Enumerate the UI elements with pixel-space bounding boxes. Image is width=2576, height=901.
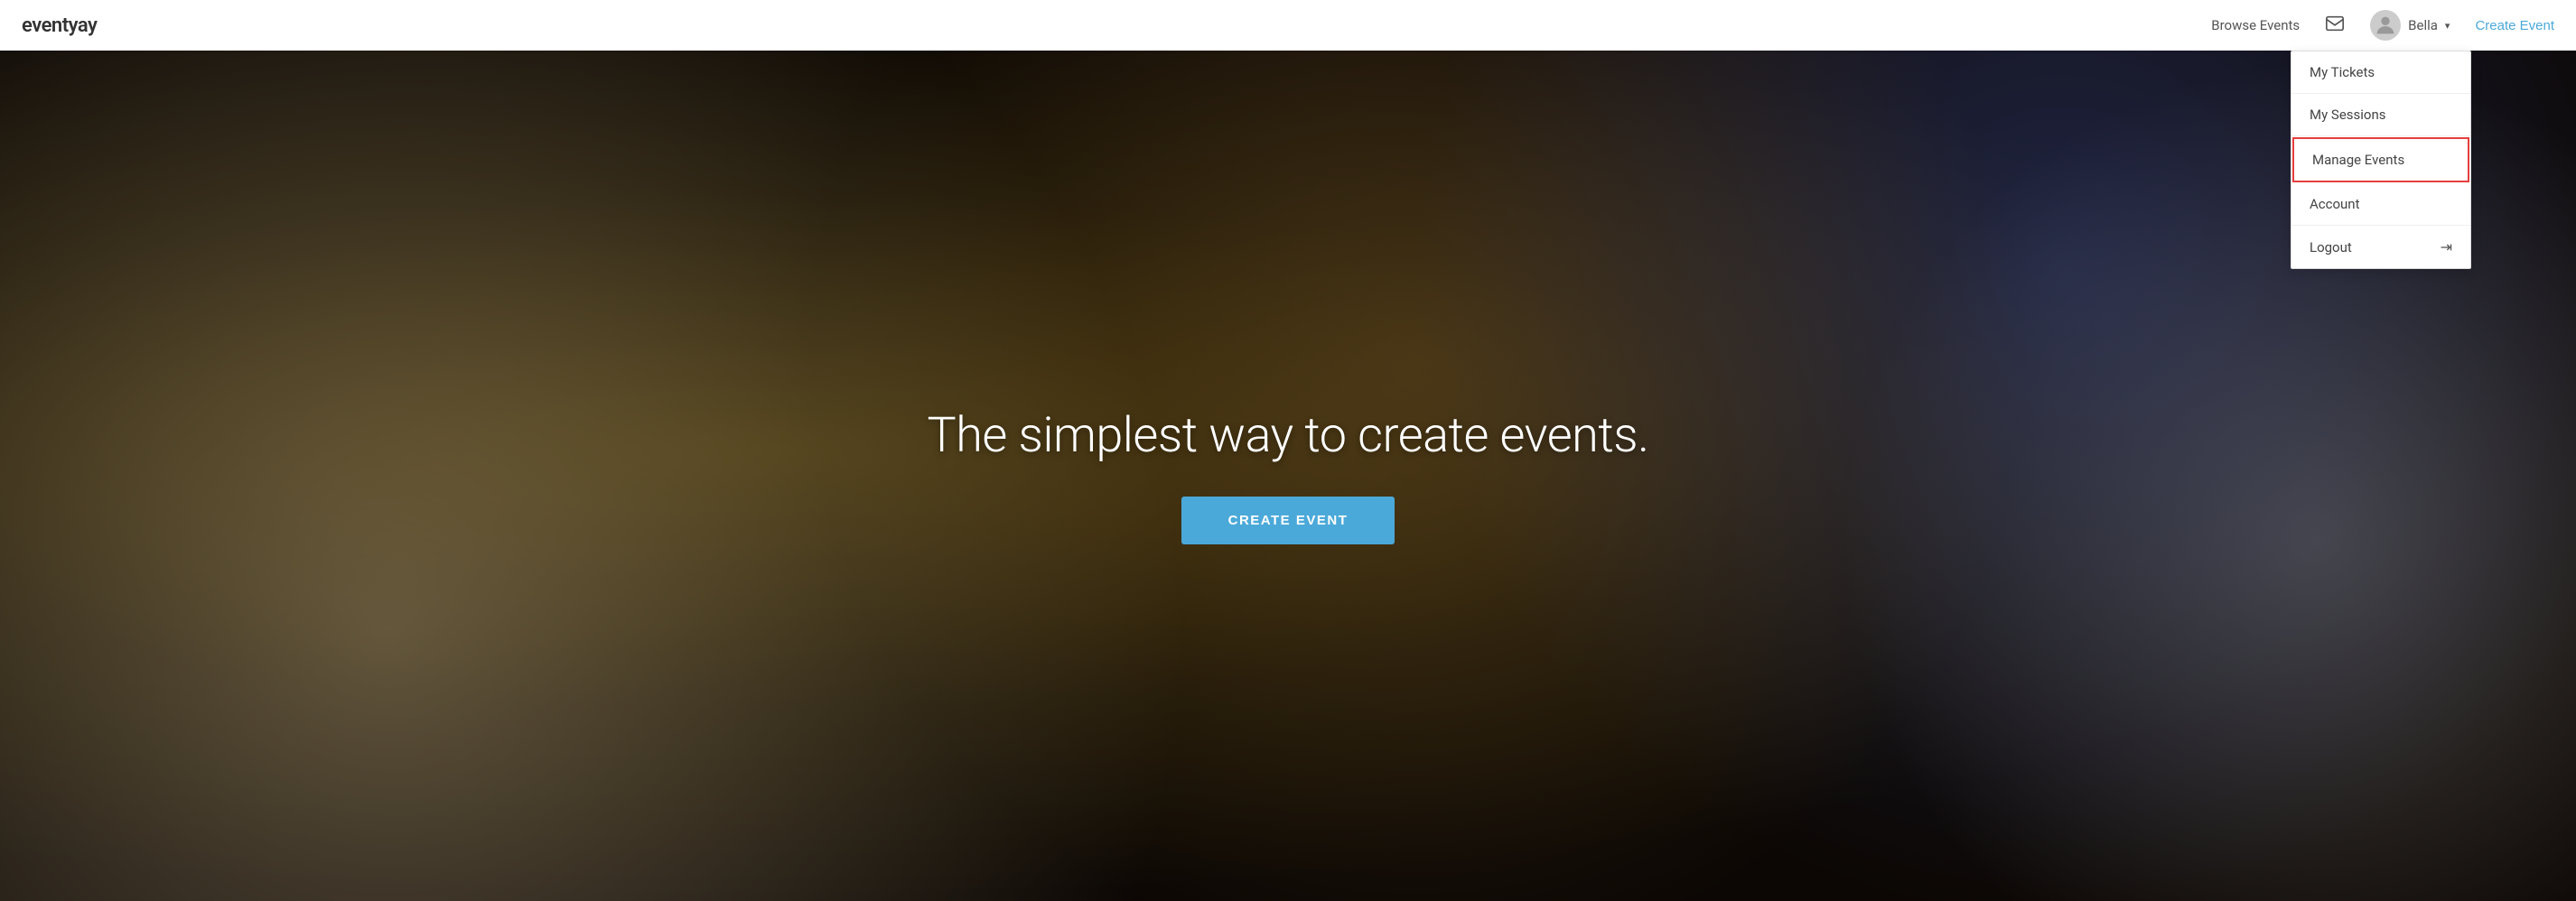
username-label: Bella [2408,17,2438,33]
dropdown-item-account[interactable]: Account [2291,183,2470,226]
hero-title: The simplest way to create events. [927,407,1648,464]
logout-icon: ⇥ [2441,238,2452,255]
chevron-down-icon: ▾ [2445,20,2450,32]
user-dropdown-menu: My Tickets My Sessions Manage Events Acc… [2291,51,2471,269]
messages-icon[interactable] [2325,14,2345,37]
dropdown-item-manage-events[interactable]: Manage Events [2292,137,2469,182]
hero-content: The simplest way to create events. CREAT… [927,407,1648,544]
navbar-right: Browse Events Bella ▾ Create Event [2211,10,2554,41]
navbar: eventyay Browse Events Bella ▾ Create Ev… [0,0,2576,51]
dropdown-item-my-tickets[interactable]: My Tickets [2291,51,2470,94]
browse-events-link[interactable]: Browse Events [2211,17,2300,33]
brand-logo[interactable]: eventyay [22,14,97,37]
dropdown-item-my-sessions[interactable]: My Sessions [2291,94,2470,136]
hero-create-event-button[interactable]: CREATE EVENT [1181,497,1395,544]
avatar [2370,10,2401,41]
user-menu-trigger[interactable]: Bella ▾ [2370,10,2450,41]
hero-section: The simplest way to create events. CREAT… [0,0,2576,901]
dropdown-item-logout[interactable]: Logout ⇥ [2291,226,2470,268]
create-event-button[interactable]: Create Event [2475,18,2554,33]
